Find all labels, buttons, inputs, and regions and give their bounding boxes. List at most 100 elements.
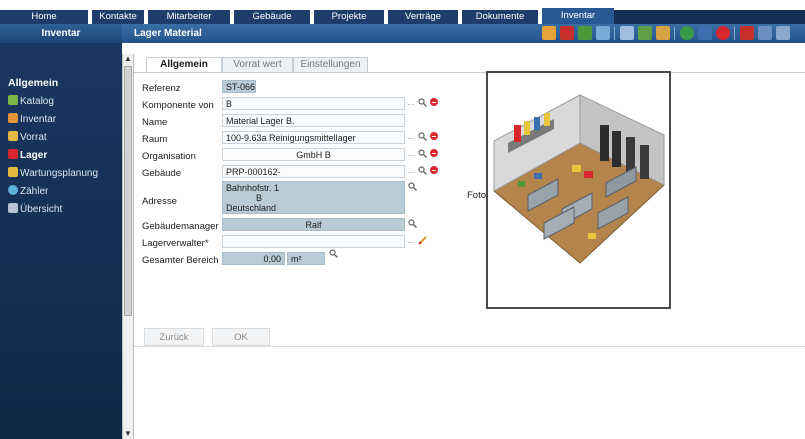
gebaeudemanager-field: Ralf xyxy=(222,218,405,231)
clear-icon[interactable] xyxy=(430,132,438,140)
name-label: Name xyxy=(142,117,168,128)
komponente-field[interactable]: B xyxy=(222,97,405,110)
nav-tab-vertraege[interactable]: Verträge xyxy=(388,10,458,24)
inventory-icon xyxy=(8,113,18,123)
adresse-line: Deutschland xyxy=(226,203,277,213)
adresse-label: Adresse xyxy=(142,196,177,207)
link-icon[interactable] xyxy=(596,26,610,40)
sidebar-item-vorrat[interactable]: Vorrat xyxy=(8,131,118,145)
page-title: Lager Material xyxy=(134,28,202,39)
lock-icon[interactable] xyxy=(542,26,556,40)
lagerverwalter-label: Lagerverwalter* xyxy=(142,238,209,249)
back-button[interactable]: Zurück xyxy=(144,328,204,346)
sidebar-item-wartungsplanung[interactable]: Wartungsplanung xyxy=(8,167,118,181)
lagerverwalter-field[interactable] xyxy=(222,235,405,248)
organisation-label: Organisation xyxy=(142,151,196,162)
more-icon[interactable]: … xyxy=(407,149,415,158)
nav-tab-kontakte[interactable]: Kontakte xyxy=(92,10,144,24)
sidebar: Allgemein Katalog Inventar Vorrat Lager … xyxy=(0,43,122,439)
sidebar-item-katalog[interactable]: Katalog xyxy=(8,95,118,109)
gebaeude-field[interactable]: PRP-000162- xyxy=(222,165,405,178)
close-icon[interactable] xyxy=(776,26,790,40)
meter-icon xyxy=(8,185,18,195)
warehouse-photo xyxy=(486,71,671,309)
gebaeude-label: Gebäude xyxy=(142,168,182,179)
search-icon[interactable] xyxy=(418,166,427,175)
komponente-label: Komponente von xyxy=(142,100,214,111)
sidebar-item-label: Lager xyxy=(20,150,48,161)
section-title: Inventar xyxy=(0,24,122,43)
tree-icon[interactable] xyxy=(638,26,652,40)
clear-icon[interactable] xyxy=(430,149,438,157)
more-icon[interactable]: … xyxy=(407,98,415,107)
referenz-label: Referenz xyxy=(142,83,181,94)
sidebar-item-lager[interactable]: Lager xyxy=(8,149,118,163)
search-icon[interactable] xyxy=(329,249,338,258)
gesamter-bereich-label: Gesamter Bereich xyxy=(142,255,219,266)
sidebar-item-label: Wartungsplanung xyxy=(20,168,99,179)
nav-tab-projekte[interactable]: Projekte xyxy=(314,10,384,24)
edit-icon[interactable] xyxy=(418,235,428,245)
delete-icon[interactable] xyxy=(716,26,730,40)
more-icon[interactable]: … xyxy=(407,236,415,245)
ok-button[interactable]: OK xyxy=(212,328,270,346)
sidebar-item-label: Übersicht xyxy=(20,204,63,215)
search-icon[interactable] xyxy=(418,149,427,158)
top-navigation: Home Kontakte Mitarbeiter Gebäude Projek… xyxy=(0,0,805,24)
report-icon[interactable] xyxy=(740,26,754,40)
print-icon[interactable] xyxy=(560,26,574,40)
tab-vorrat-wert[interactable]: Vorrat wert xyxy=(222,57,293,72)
tab-einstellungen[interactable]: Einstellungen xyxy=(293,57,368,72)
more-icon[interactable]: … xyxy=(407,132,415,141)
gebaeudemanager-label: Gebäudemanager xyxy=(142,221,219,232)
tab-divider xyxy=(134,72,805,73)
more-icon[interactable]: … xyxy=(407,166,415,175)
scroll-up-icon[interactable]: ▲ xyxy=(123,54,133,64)
sidebar-item-label: Vorrat xyxy=(20,132,47,143)
nav-tab-dokumente[interactable]: Dokumente xyxy=(462,10,538,24)
sidebar-item-zaehler[interactable]: Zähler xyxy=(8,185,118,199)
search-icon[interactable] xyxy=(418,132,427,141)
folder-icon[interactable] xyxy=(656,26,670,40)
name-field[interactable]: Material Lager B. xyxy=(222,114,405,127)
nav-tab-gebaeude[interactable]: Gebäude xyxy=(234,10,310,24)
sidebar-item-label: Zähler xyxy=(20,186,49,197)
clear-icon[interactable] xyxy=(430,166,438,174)
search-icon[interactable] xyxy=(408,219,417,228)
group-icon[interactable] xyxy=(620,26,634,40)
nav-tab-mitarbeiter[interactable]: Mitarbeiter xyxy=(148,10,230,24)
sidebar-item-uebersicht[interactable]: Übersicht xyxy=(8,203,118,217)
catalog-icon xyxy=(8,95,18,105)
help-icon[interactable] xyxy=(758,26,772,40)
main-content: Allgemein Vorrat wert Einstellungen Refe… xyxy=(134,43,805,439)
adresse-line: B xyxy=(256,193,263,203)
tab-allgemein[interactable]: Allgemein xyxy=(146,57,222,73)
toolbar-separator xyxy=(734,27,735,40)
scrollbar-thumb[interactable] xyxy=(124,66,132,316)
sidebar-item-label: Inventar xyxy=(20,114,57,125)
gesamter-bereich-field: 0,00 xyxy=(222,252,285,265)
search-icon[interactable] xyxy=(408,182,417,191)
warehouse-icon xyxy=(8,149,18,159)
sidebar-item-inventar[interactable]: Inventar xyxy=(8,113,118,127)
sidebar-heading: Allgemein xyxy=(8,77,59,89)
stock-icon xyxy=(8,131,18,141)
sidebar-item-label: Katalog xyxy=(20,96,54,107)
copy-icon[interactable] xyxy=(578,26,592,40)
toolbar-separator xyxy=(614,27,615,40)
organisation-field[interactable]: GmbH B xyxy=(222,148,405,161)
nav-tab-home[interactable]: Home xyxy=(0,10,88,24)
unit-field: m² xyxy=(287,252,325,265)
clear-icon[interactable] xyxy=(430,98,438,106)
maintenance-icon xyxy=(8,167,18,177)
nav-tab-inventar[interactable]: Inventar xyxy=(542,8,614,24)
save-icon[interactable] xyxy=(698,26,712,40)
refresh-icon[interactable] xyxy=(680,26,694,40)
vertical-scrollbar[interactable]: ▲ ▼ xyxy=(122,54,134,439)
warehouse-illustration xyxy=(493,94,665,264)
raum-label: Raum xyxy=(142,134,168,145)
form-divider xyxy=(134,346,805,347)
raum-field[interactable]: 100-9.63a Reinigungsmittellager xyxy=(222,131,405,144)
scroll-down-icon[interactable]: ▼ xyxy=(123,429,133,439)
search-icon[interactable] xyxy=(418,98,427,107)
